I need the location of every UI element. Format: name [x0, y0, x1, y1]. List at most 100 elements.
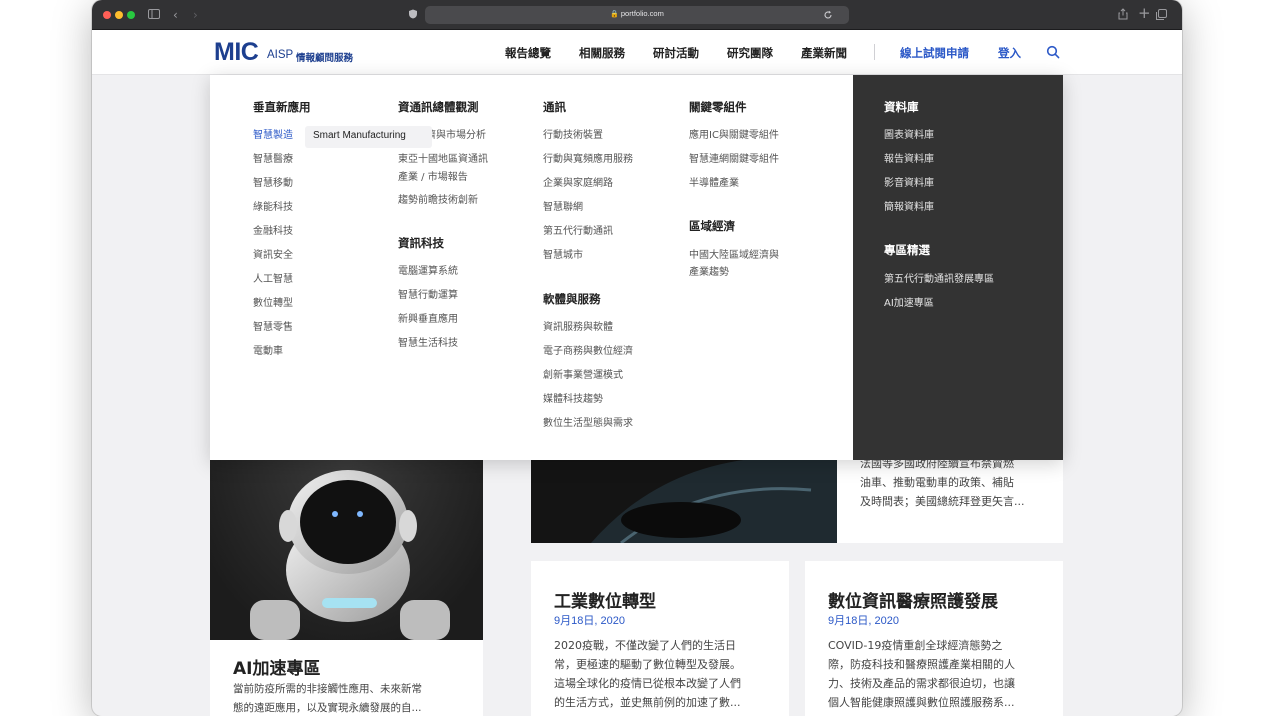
menu-item-east-asia-ict[interactable]: 東亞十國地區資通訊 — [398, 152, 488, 168]
menu-heading-regional-economy: 區域經濟 — [689, 219, 735, 233]
health-card[interactable]: 數位資訊醫療照護發展 9月18日, 2020 COVID-19疫情重創全球經濟態… — [805, 561, 1063, 716]
logo[interactable]: MIC — [214, 38, 259, 67]
health-card-line-4: 個人智能健康照護與數位照護服務系... — [828, 696, 1015, 709]
menu-item-market-analysis[interactable]: 濟與市場分析 — [426, 128, 486, 144]
nav-divider — [874, 44, 875, 60]
industry-card-line-1: 2020疫戰，不僅改變了人們的生活日 — [554, 639, 736, 652]
menu-item-ic-components[interactable]: 應用IC與關鍵零組件 — [689, 128, 779, 144]
logo-chinese: 情報顧問服務 — [296, 53, 354, 64]
health-card-title: 數位資訊醫療照護發展 — [828, 592, 998, 612]
close-window-button[interactable] — [103, 11, 111, 19]
health-card-date: 9月18日, 2020 — [828, 615, 899, 627]
menu-item-ai[interactable]: 人工智慧 — [253, 272, 293, 288]
menu-item-mobile-computing[interactable]: 智慧行動運算 — [398, 288, 458, 304]
menu-item-semiconductor[interactable]: 半導體產業 — [689, 176, 739, 192]
menu-item-video-db[interactable]: 影音資料庫 — [884, 176, 934, 192]
menu-item-fintech[interactable]: 金融科技 — [253, 224, 293, 240]
ai-card-line-1: 當前防疫所需的非接觸性應用、未來新常 — [233, 683, 422, 695]
menu-heading-it: 資訊科技 — [398, 236, 444, 250]
menu-item-trend-innovation[interactable]: 趨勢前瞻技術創新 — [398, 193, 478, 209]
trial-link[interactable]: 線上試閱申請 — [900, 45, 969, 61]
menu-item-chart-db[interactable]: 圖表資料庫 — [884, 128, 934, 144]
menu-item-industry-report[interactable]: 產業 / 市場報告 — [398, 170, 468, 186]
nav-reports[interactable]: 報告總覽 — [505, 45, 551, 61]
industry-card-line-3: 這場全球化的疫情已從根本改變了人們 — [554, 677, 741, 690]
menu-heading-communications: 通訊 — [543, 100, 566, 114]
menu-item-smart-healthcare[interactable]: 智慧醫療 — [253, 152, 293, 168]
share-icon[interactable] — [1118, 8, 1128, 20]
url-text: portfolio.com — [620, 9, 664, 18]
browser-window: ‹ › 🔒 portfolio.com + MIC AISP 情報顧問服務 報告總… — [92, 0, 1182, 716]
login-link[interactable]: 登入 — [998, 45, 1021, 61]
menu-item-china-economy[interactable]: 中國大陸區域經濟與 — [689, 248, 779, 264]
health-card-line-1: COVID-19疫情重創全球經濟態勢之 — [828, 639, 1003, 652]
ai-card-title: AI加速專區 — [233, 659, 321, 679]
nav-services[interactable]: 相關服務 — [579, 45, 625, 61]
menu-heading-software-services: 軟體與服務 — [543, 292, 601, 306]
browser-toolbar: ‹ › 🔒 portfolio.com + — [92, 0, 1182, 30]
menu-item-iot[interactable]: 智慧聯網 — [543, 200, 583, 216]
mega-menu: 垂直新應用 智慧製造 智慧醫療 智慧移動 綠能科技 金融科技 資訊安全 人工智慧… — [210, 75, 1063, 460]
menu-item-digital-transformation[interactable]: 數位轉型 — [253, 296, 293, 312]
health-card-line-3: 力、技術及產品的需求都很迫切，也讓 — [828, 677, 1015, 690]
menu-item-green-tech[interactable]: 綠能科技 — [253, 200, 293, 216]
menu-item-smart-mobility[interactable]: 智慧移動 — [253, 176, 293, 192]
lock-icon: 🔒 — [610, 11, 619, 18]
menu-item-smart-living[interactable]: 智慧生活科技 — [398, 336, 458, 352]
address-bar[interactable]: 🔒 portfolio.com — [425, 6, 849, 24]
menu-item-china-economy-cont[interactable]: 產業趨勢 — [689, 265, 729, 281]
ev-card-line-3: 及時間表；美國總統拜登更矢言... — [860, 495, 1025, 508]
menu-item-ai-zone[interactable]: AI加速專區 — [884, 296, 934, 312]
industry-card-line-4: 的生活方式，並史無前例的加速了數... — [554, 696, 741, 709]
menu-heading-database: 資料庫 — [884, 100, 919, 114]
site-header: MIC AISP 情報顧問服務 報告總覽 相關服務 研討活動 研究團隊 產業新聞… — [92, 30, 1182, 75]
menu-item-5g[interactable]: 第五代行動通訊 — [543, 224, 613, 240]
menu-heading-vertical-apps: 垂直新應用 — [253, 100, 311, 114]
sidebar-icon[interactable] — [148, 9, 160, 19]
health-card-line-2: 際，防疫科技和醫療照護產業相關的人 — [828, 658, 1015, 671]
nav-team[interactable]: 研究團隊 — [727, 45, 773, 61]
menu-dark-panel: 資料庫 圖表資料庫 報告資料庫 影音資料庫 簡報資料庫 專區精選 第五代行動通訊… — [853, 75, 1063, 460]
menu-item-iot-components[interactable]: 智慧連網關鍵零組件 — [689, 152, 779, 168]
nav-news[interactable]: 產業新聞 — [801, 45, 847, 61]
industry-card-date: 9月18日, 2020 — [554, 615, 625, 627]
ai-card-line-2: 態的遠距應用，以及實現永續發展的自... — [233, 702, 422, 714]
menu-item-5g-zone[interactable]: 第五代行動通訊發展專區 — [884, 272, 994, 288]
menu-heading-featured: 專區精選 — [884, 243, 930, 257]
ev-card-line-2: 油車、推動電動車的政策、補貼 — [860, 476, 1014, 489]
forward-icon[interactable]: › — [193, 7, 198, 23]
back-icon[interactable]: ‹ — [173, 7, 178, 23]
zoom-window-button[interactable] — [127, 11, 135, 19]
menu-item-media-tech[interactable]: 媒體科技趨勢 — [543, 392, 603, 408]
tooltip: Smart Manufacturing — [305, 126, 432, 148]
menu-item-broadband-services[interactable]: 行動與寬頻應用服務 — [543, 152, 633, 168]
reload-icon[interactable] — [823, 10, 833, 20]
menu-item-software[interactable]: 資訊服務與軟體 — [543, 320, 613, 336]
menu-item-report-db[interactable]: 報告資料庫 — [884, 152, 934, 168]
search-icon[interactable] — [1046, 45, 1060, 59]
menu-heading-ict-overview: 資通訊總體觀測 — [398, 100, 479, 114]
menu-item-business-model[interactable]: 創新事業營運模式 — [543, 368, 623, 384]
privacy-shield-icon[interactable] — [408, 9, 418, 19]
menu-item-enterprise-network[interactable]: 企業與家庭網路 — [543, 176, 613, 192]
menu-item-emerging-vertical[interactable]: 新興垂直應用 — [398, 312, 458, 328]
industry-card[interactable]: 工業數位轉型 9月18日, 2020 2020疫戰，不僅改變了人們的生活日 常，… — [531, 561, 789, 716]
new-tab-icon[interactable]: + — [1138, 5, 1151, 21]
menu-item-smart-retail[interactable]: 智慧零售 — [253, 320, 293, 336]
menu-item-smart-manufacturing[interactable]: 智慧製造 — [253, 128, 293, 144]
tab-overview-icon[interactable] — [1156, 9, 1167, 20]
minimize-window-button[interactable] — [115, 11, 123, 19]
menu-item-mobile-devices[interactable]: 行動技術裝置 — [543, 128, 603, 144]
menu-item-ecommerce[interactable]: 電子商務與數位經濟 — [543, 344, 633, 360]
industry-card-line-2: 常，更極速的驅動了數位轉型及發展。 — [554, 658, 741, 671]
nav-events[interactable]: 研討活動 — [653, 45, 699, 61]
menu-item-smart-city[interactable]: 智慧城市 — [543, 248, 583, 264]
menu-item-security[interactable]: 資訊安全 — [253, 248, 293, 264]
menu-item-slides-db[interactable]: 簡報資料庫 — [884, 200, 934, 216]
industry-card-title: 工業數位轉型 — [554, 592, 656, 612]
menu-item-ev[interactable]: 電動車 — [253, 344, 283, 360]
menu-heading-components: 關鍵零組件 — [689, 100, 747, 114]
menu-item-computing[interactable]: 電腦運算系統 — [398, 264, 458, 280]
logo-subtitle: AISP — [267, 49, 294, 61]
menu-item-digital-lifestyle[interactable]: 數位生活型態與需求 — [543, 416, 633, 432]
